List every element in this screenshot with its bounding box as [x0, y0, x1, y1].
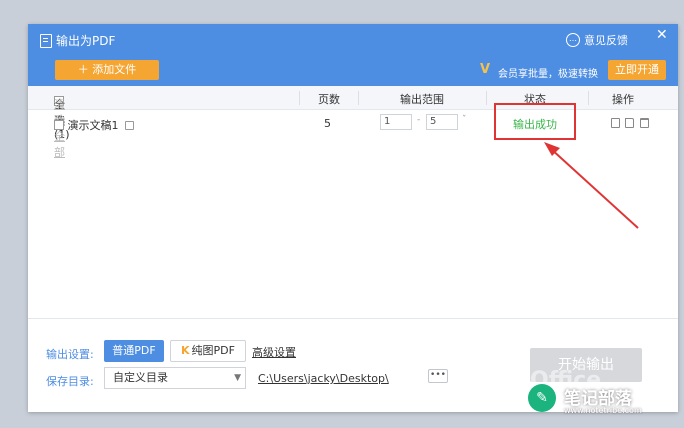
watermark-office-text: Office: [530, 368, 602, 393]
save-dir-label: 保存目录:: [46, 375, 94, 388]
pure-pdf-label: 纯图PDF: [191, 344, 235, 357]
save-dir-value: 自定义目录: [113, 371, 168, 384]
output-settings-label: 输出设置:: [46, 348, 94, 361]
save-path[interactable]: C:\Users\jacky\Desktop\: [258, 372, 389, 385]
vip-k-icon: K: [181, 344, 190, 357]
browse-button[interactable]: •••: [428, 369, 448, 383]
advanced-settings-link[interactable]: 高级设置: [252, 344, 296, 360]
pure-image-pdf-button[interactable]: K 纯图PDF: [170, 340, 246, 362]
save-dir-select[interactable]: 自定义目录 ▼: [104, 367, 246, 389]
chevron-down-icon: ▼: [234, 373, 241, 383]
normal-pdf-button[interactable]: 普通PDF: [104, 340, 164, 362]
footer-panel: 输出设置: 普通PDF K 纯图PDF 高级设置 保存目录: 自定义目录 ▼ C:…: [28, 318, 678, 412]
export-pdf-dialog: 输出为PDF … 意见反馈 ✕ ＋ 添加文件 V 会员享批量，极速转换 立即开通…: [28, 24, 678, 412]
